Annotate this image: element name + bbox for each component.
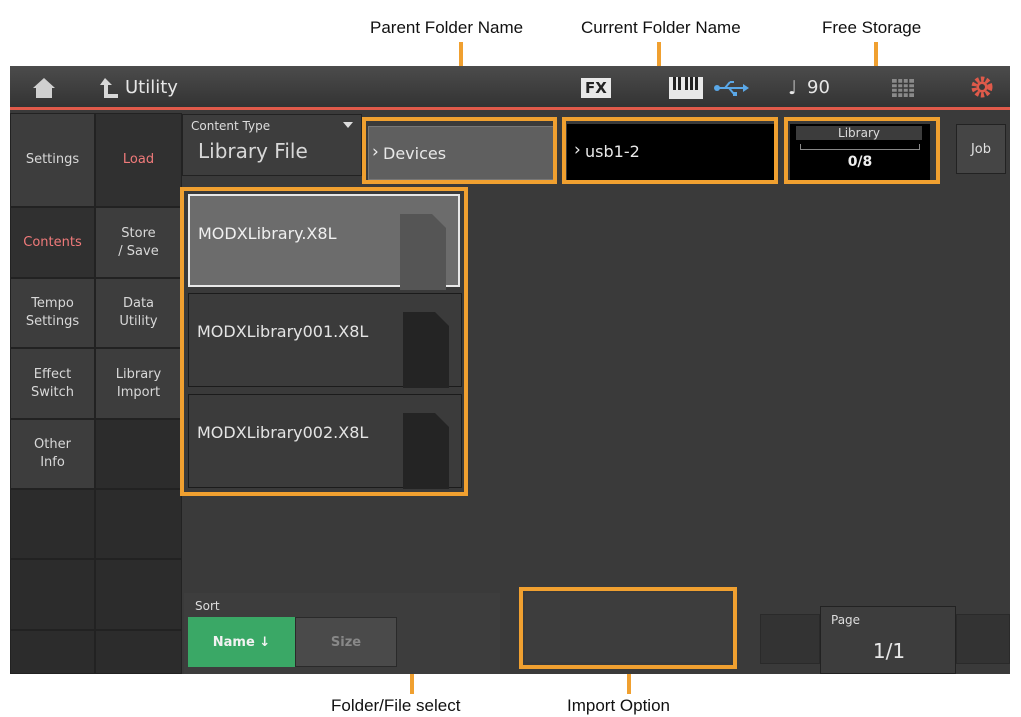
tab-effect-switch-label: Effect Switch xyxy=(31,366,74,400)
tab-effect-switch[interactable]: Effect Switch xyxy=(10,348,95,419)
job-button-label: Job xyxy=(970,141,992,157)
fx-badge[interactable]: FX xyxy=(581,78,611,98)
page-prev-slot xyxy=(760,614,820,664)
free-storage-value: 0/8 xyxy=(847,154,873,170)
subtab-empty-3 xyxy=(95,559,182,630)
tempo-value[interactable]: 90 xyxy=(807,77,830,98)
subtab-data-utility[interactable]: Data Utility xyxy=(95,278,182,348)
folder-file-select-callout: Folder/File select xyxy=(331,696,461,715)
subtab-library-import-label: Library Import xyxy=(115,366,162,400)
content-type-value: Library File xyxy=(198,139,308,163)
tab-empty-3 xyxy=(10,630,95,674)
sort-size-button[interactable]: Size xyxy=(295,617,397,667)
page-display: Page 1/1 xyxy=(820,606,956,674)
content-type-selector[interactable]: Content Type Library File xyxy=(182,114,362,176)
free-storage-meter xyxy=(800,144,920,150)
grid-icon[interactable] xyxy=(892,79,914,101)
tab-tempo-settings-label: Tempo Settings xyxy=(25,296,80,329)
subtab-empty-1 xyxy=(95,419,182,489)
subtab-data-utility-label: Data Utility xyxy=(119,296,158,329)
page-label: Page xyxy=(831,613,861,627)
subtab-load-label: Load xyxy=(122,152,155,168)
tab-contents[interactable]: Contents xyxy=(10,207,95,278)
sort-name-label: Name ↓ xyxy=(212,634,271,650)
tempo-note-icon[interactable]: ♩ xyxy=(788,77,797,99)
subtab-load[interactable]: Load xyxy=(95,113,182,207)
keyboard-icon[interactable] xyxy=(669,77,703,103)
file-name: MODXLibrary002.X8L xyxy=(197,423,369,442)
content-type-label: Content Type xyxy=(191,119,271,133)
file-item[interactable]: MODXLibrary001.X8L xyxy=(188,293,462,388)
chevron-right-icon: › xyxy=(574,140,581,160)
subtab-empty-4 xyxy=(95,630,182,674)
chevron-right-icon: › xyxy=(372,142,379,162)
dropdown-triangle-icon xyxy=(343,122,353,128)
parent-folder-name: Devices xyxy=(383,144,447,163)
file-name: MODXLibrary001.X8L xyxy=(197,322,369,341)
gear-icon[interactable] xyxy=(970,75,994,103)
tab-other-info[interactable]: Other Info xyxy=(10,419,95,489)
home-icon[interactable] xyxy=(32,77,56,103)
page-title: Utility xyxy=(125,77,178,98)
subtab-store-save[interactable]: Store / Save xyxy=(95,207,182,278)
utility-screen: Utility FX ♩ 90 Settings Contents Tempo … xyxy=(10,66,1010,674)
parent-folder-name-callout: Parent Folder Name xyxy=(370,18,524,37)
parent-folder-button[interactable]: › Devices xyxy=(368,126,554,180)
subtab-empty-2 xyxy=(95,489,182,559)
tab-settings[interactable]: Settings xyxy=(10,113,95,207)
job-button[interactable]: Job xyxy=(956,124,1006,174)
file-icon xyxy=(400,214,446,290)
top-bar: Utility FX ♩ 90 xyxy=(10,66,1010,110)
free-storage-label: Library xyxy=(796,126,922,140)
usb-icon xyxy=(713,80,749,100)
free-storage-display: Library 0/8 xyxy=(790,124,930,180)
import-option-area[interactable] xyxy=(525,593,731,662)
tab-contents-label: Contents xyxy=(23,234,82,250)
file-icon xyxy=(403,413,449,489)
page-value: 1/1 xyxy=(872,639,906,663)
tab-settings-label: Settings xyxy=(25,152,80,168)
tab-empty-1 xyxy=(10,489,95,559)
current-folder-name-callout: Current Folder Name xyxy=(581,18,741,37)
tab-tempo-settings[interactable]: Tempo Settings xyxy=(10,278,95,348)
file-item[interactable]: MODXLibrary.X8L xyxy=(188,194,460,290)
import-option-callout: Import Option xyxy=(567,696,670,715)
tab-empty-2 xyxy=(10,559,95,630)
sort-label: Sort xyxy=(195,599,220,613)
subtab-library-import[interactable]: Library Import xyxy=(95,348,182,419)
subtab-store-save-label: Store / Save xyxy=(118,225,159,259)
current-folder-name: usb1-2 xyxy=(585,142,640,161)
file-item[interactable]: MODXLibrary002.X8L xyxy=(188,394,462,489)
sort-size-label: Size xyxy=(330,634,362,650)
file-name: MODXLibrary.X8L xyxy=(198,224,337,243)
sort-name-button[interactable]: Name ↓ xyxy=(188,617,295,667)
file-icon xyxy=(403,312,449,388)
page-next-slot xyxy=(956,614,1010,664)
back-arrow-icon[interactable] xyxy=(100,76,120,104)
current-folder-display: › usb1-2 xyxy=(567,124,775,180)
free-storage-callout: Free Storage xyxy=(822,18,922,37)
tab-other-info-label: Other Info xyxy=(34,437,71,470)
